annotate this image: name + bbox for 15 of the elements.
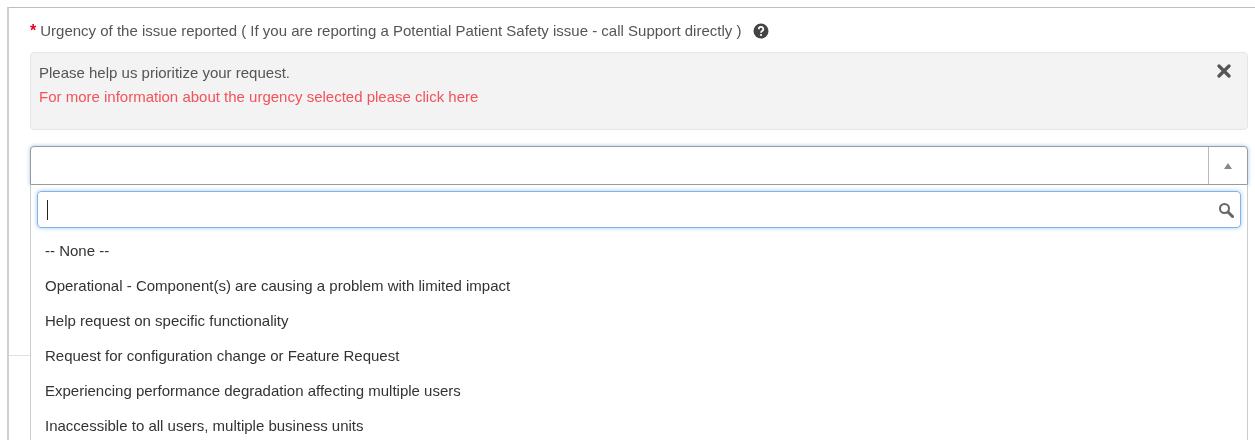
option-item[interactable]: Inaccessible to all users, multiple business units: [37, 409, 1241, 440]
required-mark: *: [30, 21, 37, 41]
urgency-select[interactable]: [30, 146, 1248, 185]
help-icon[interactable]: [753, 23, 770, 39]
search-icon: [1218, 201, 1234, 218]
search-field[interactable]: [37, 191, 1241, 228]
info-text: Please help us prioritize your request.: [39, 63, 290, 83]
option-item[interactable]: -- None --: [37, 234, 1241, 269]
option-item[interactable]: Operational - Component(s) are causing a problem with limited impact: [37, 269, 1241, 304]
close-icon[interactable]: [1217, 64, 1231, 78]
caret-icon: [1224, 162, 1232, 169]
option-item[interactable]: Experiencing performance degradation affecting multiple users: [37, 374, 1241, 409]
option-item[interactable]: Request for configuration change or Feature Request: [37, 339, 1241, 374]
option-item[interactable]: Help request on specific functionality: [37, 304, 1241, 339]
field-label: Urgency of the issue reported ( If you are reporting a Potential Patient Safety issue - call Support directly ): [40, 20, 742, 41]
